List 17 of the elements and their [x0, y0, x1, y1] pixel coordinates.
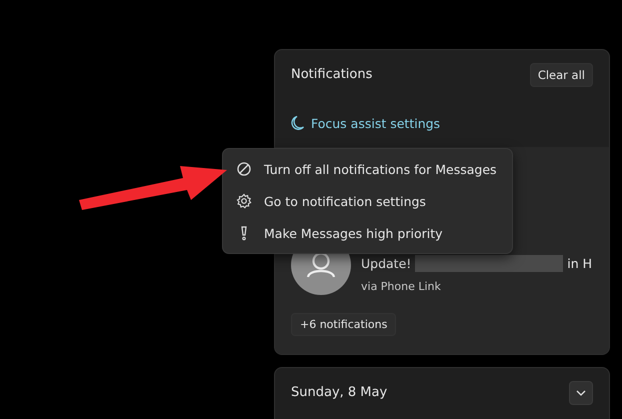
- calendar-date: Sunday, 8 May: [291, 385, 388, 400]
- menu-item[interactable]: Make Messages high priority: [223, 217, 512, 249]
- menu-item[interactable]: Turn off all notifications for Messages: [223, 153, 512, 185]
- block-icon: [236, 161, 252, 177]
- moon-icon: [291, 115, 305, 131]
- notification-text: Update!: [361, 256, 412, 271]
- chevron-down-icon: [576, 390, 586, 396]
- notification-source: via Phone Link: [361, 280, 442, 293]
- notification-text: in H: [567, 256, 592, 271]
- expand-button[interactable]: [569, 381, 593, 405]
- panel-title: Notifications: [291, 67, 372, 82]
- menu-item[interactable]: Go to notification settings: [223, 185, 512, 217]
- settings-icon: [236, 193, 252, 209]
- focus-assist-link[interactable]: Focus assist settings: [275, 87, 609, 133]
- more-notifications-button[interactable]: +6 notifications: [291, 313, 396, 336]
- person-icon: [306, 252, 336, 278]
- clear-all-button[interactable]: Clear all: [530, 62, 593, 86]
